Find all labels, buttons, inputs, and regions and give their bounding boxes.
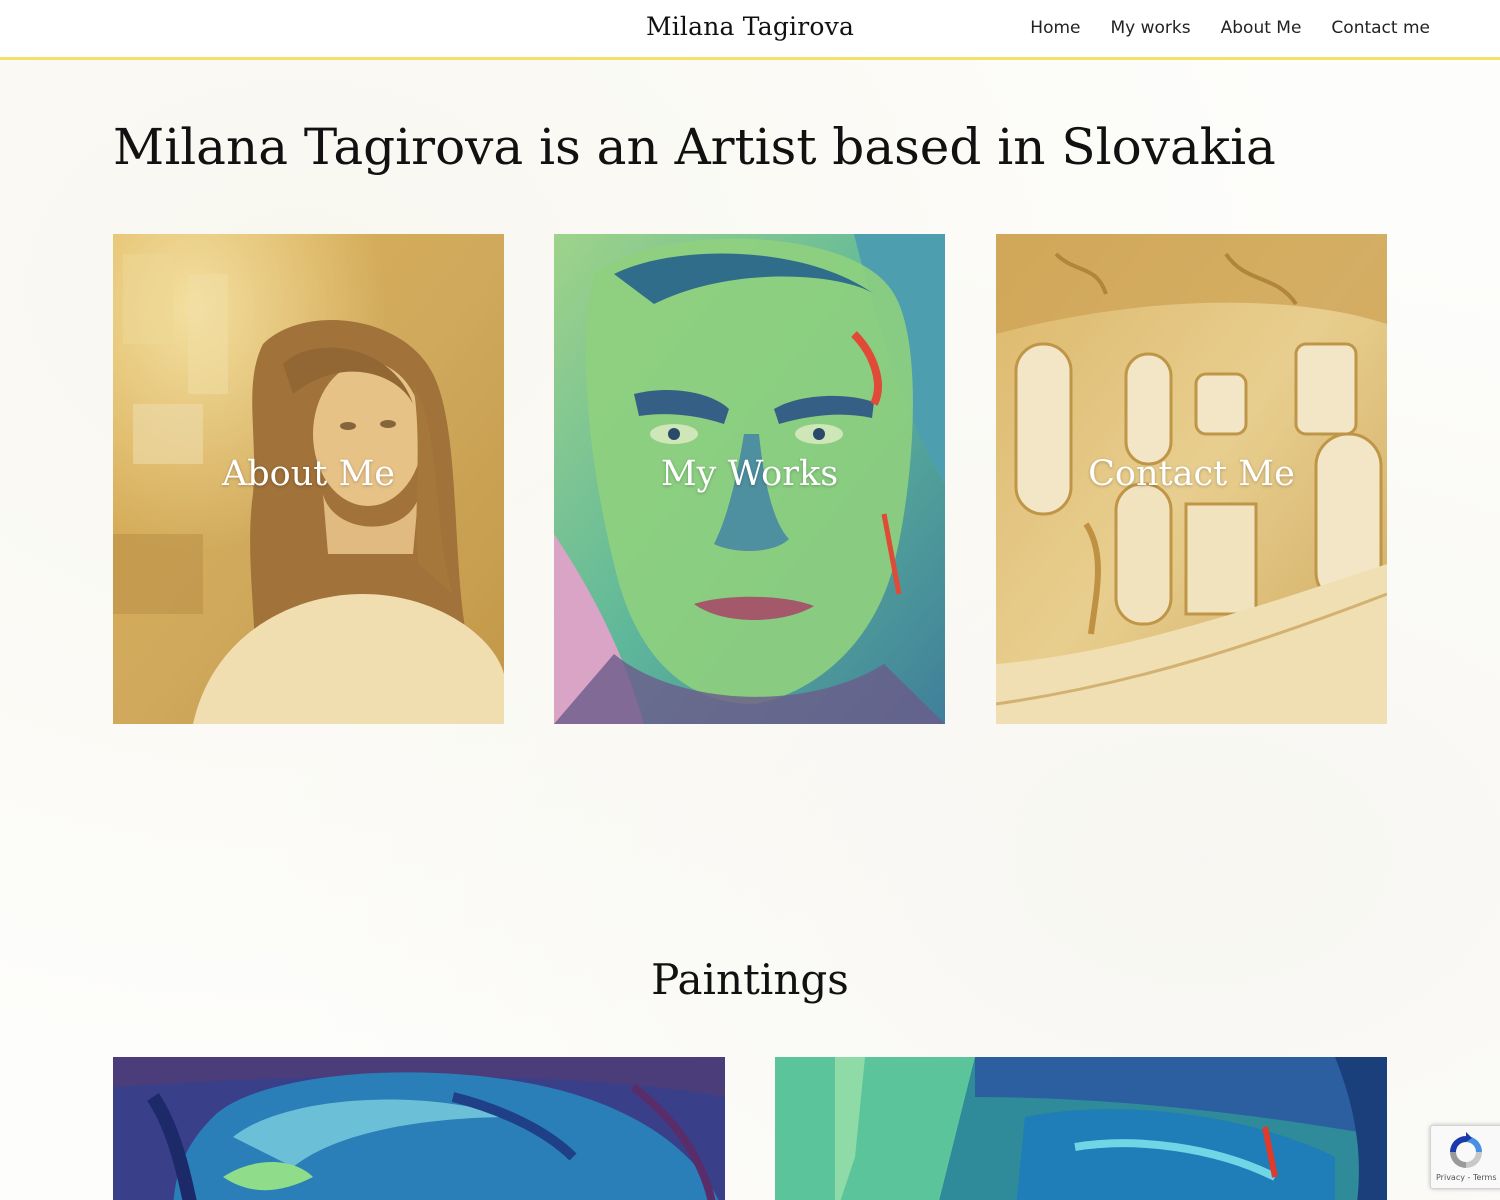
nav-my-works-link[interactable]: My works <box>1110 18 1190 38</box>
contact-me-tile[interactable]: Contact Me <box>996 234 1387 724</box>
paintings-heading: Paintings <box>651 955 849 1004</box>
nav-contact-me-link[interactable]: Contact me <box>1331 18 1430 38</box>
recaptcha-links: Privacy - Terms <box>1436 1173 1497 1182</box>
recaptcha-icon <box>1450 1132 1482 1168</box>
page: Milana Tagirova Home My works About Me C… <box>0 0 1500 1200</box>
site-header: Milana Tagirova Home My works About Me C… <box>0 0 1500 60</box>
my-works-tile[interactable]: My Works <box>554 234 945 724</box>
recaptcha-privacy-link[interactable]: Privacy <box>1436 1173 1465 1182</box>
painting-thumbnail[interactable] <box>775 1057 1387 1200</box>
painting-image <box>113 1057 725 1200</box>
my-works-tile-label: My Works <box>660 454 839 494</box>
recaptcha-terms-link[interactable]: Terms <box>1473 1173 1497 1182</box>
nav-about-me-link[interactable]: About Me <box>1221 18 1302 38</box>
contact-me-tile-label: Contact Me <box>1088 454 1295 494</box>
about-me-tile[interactable]: About Me <box>113 234 504 724</box>
about-me-tile-label: About Me <box>221 454 396 494</box>
painting-thumbnail[interactable] <box>113 1057 725 1200</box>
recaptcha-badge[interactable]: Privacy - Terms <box>1430 1125 1500 1189</box>
main-nav: Home My works About Me Contact me <box>1030 18 1430 38</box>
recaptcha-separator: - <box>1464 1173 1473 1182</box>
nav-home-link[interactable]: Home <box>1030 18 1080 38</box>
hero-heading: Milana Tagirova is an Artist based in Sl… <box>113 118 1276 176</box>
painting-image <box>775 1057 1387 1200</box>
